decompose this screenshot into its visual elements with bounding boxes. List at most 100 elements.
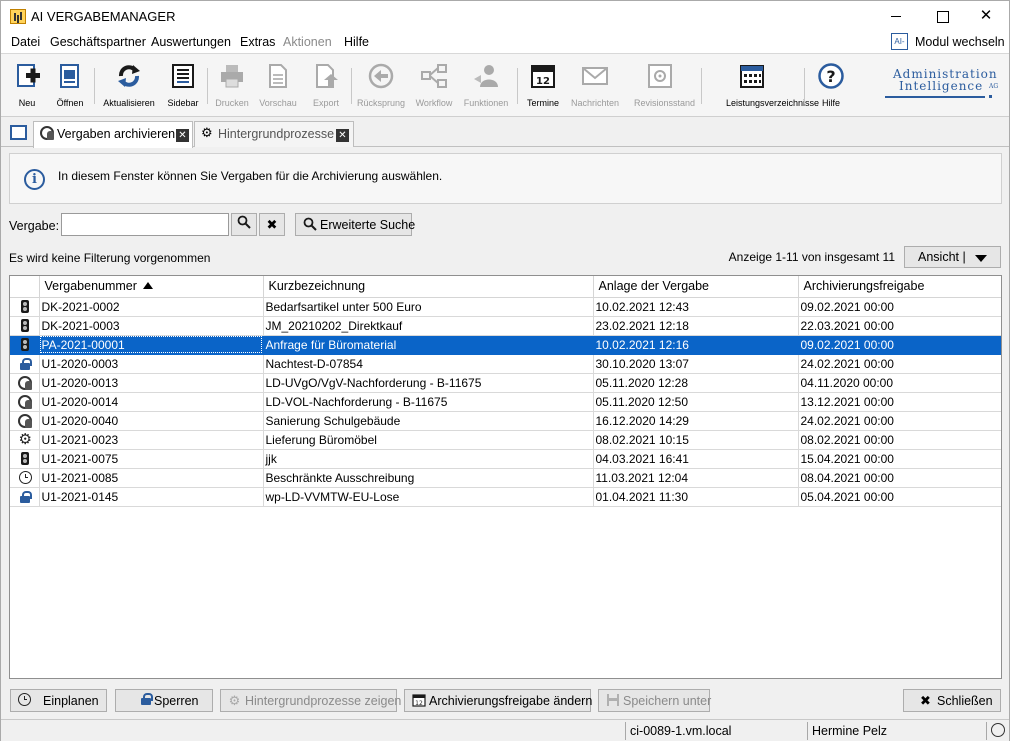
table-row[interactable]: DK-2021-0002 Bedarfsartikel unter 500 Eur… xyxy=(10,297,1001,317)
toolbar-workflow-button[interactable]: Workflow xyxy=(416,58,452,114)
title-bar: AI VERGABEMANAGER ✕ xyxy=(1,1,1009,31)
table-row[interactable]: U1-2021-0085 Beschränkte Ausschreibung 11.… xyxy=(10,468,1001,488)
toolbar-new-button[interactable]: Neu xyxy=(11,58,43,114)
toolbar-help-button[interactable]: ? Hilfe xyxy=(815,58,847,114)
sperren-button[interactable]: Sperren xyxy=(115,689,213,712)
tab-bar: Vergaben archivieren ✕ ⚙ Hintergrundproz… xyxy=(1,119,1009,148)
cell-vergabenummer: U1-2021-0075 xyxy=(39,449,264,469)
cell-anlage: 05.11.2020 12:50 xyxy=(593,392,799,412)
menu-bar: Datei Geschäftspartner Auswertungen Extr… xyxy=(1,31,1009,53)
toolbar-print-button[interactable]: Drucken xyxy=(215,58,249,114)
speichern-unter-button[interactable]: Speichern unter xyxy=(598,689,712,712)
table-header-row: Vergabenummer Kurzbezeichnung Anlage der… xyxy=(10,276,1001,298)
cell-kurzbezeichnung: Beschränkte Ausschreibung xyxy=(263,468,594,488)
toolbar-leistungsverzeichnisse-label: Leistungsverzeichnisse xyxy=(726,98,820,108)
toolbar-refresh-button[interactable]: Aktualisieren xyxy=(103,58,155,114)
minimize-button[interactable] xyxy=(873,1,919,31)
toolbar-functions-button[interactable]: Funktionen xyxy=(464,58,508,114)
functions-icon xyxy=(472,62,500,90)
toolbar-separator xyxy=(351,68,352,104)
table-row[interactable]: PA-2021-00001 Anfrage für Büromaterial 10.… xyxy=(10,335,1001,355)
table-row[interactable]: U1-2021-0145 wp-LD-VVMTW-EU-Lose 01.04.202… xyxy=(10,487,1001,507)
column-header-status[interactable] xyxy=(10,276,40,298)
toolbar: Neu Öffnen Aktualisieren Sidebar Drucken… xyxy=(1,53,1009,117)
menu-geschaeftspartner[interactable]: Geschäftspartner xyxy=(50,35,146,49)
clear-search-button[interactable]: ✖ xyxy=(259,213,285,236)
printer-icon xyxy=(218,62,246,90)
cell-kurzbezeichnung: Anfrage für Büromaterial xyxy=(263,335,594,355)
toolbar-nachrichten-button[interactable]: Nachrichten xyxy=(571,58,619,114)
calendar-icon: 12 xyxy=(411,693,426,708)
vergabe-search-input[interactable] xyxy=(61,213,229,236)
table-row[interactable]: U1-2020-0014 LD-VOL-Nachforderung - B-116… xyxy=(10,392,1001,412)
table-row[interactable]: ⚙ U1-2021-0023 Lieferung Büromöbel 08.02.20… xyxy=(10,430,1001,450)
archivierungsfreigabe-aendern-button[interactable]: 12 Archivierungsfreigabe ändern xyxy=(404,689,592,712)
toolbar-preview-button[interactable]: Vorschau xyxy=(259,58,297,114)
speichern-unter-label: Speichern unter xyxy=(623,694,712,708)
advanced-search-button[interactable]: Erweiterte Suche xyxy=(295,213,415,236)
table-row[interactable]: DK-2021-0003 JM_20210202_Direktkauf 23.02.… xyxy=(10,316,1001,336)
cell-vergabenummer: U1-2021-0085 xyxy=(39,468,264,488)
table-row[interactable]: U1-2021-0075 jjk 04.03.2021 16:41 15.04.202… xyxy=(10,449,1001,469)
table-row[interactable]: U1-2020-0013 LD-UVgO/VgV-Nachforderung - … xyxy=(10,373,1001,393)
ansicht-dropdown-button[interactable]: Ansicht | xyxy=(904,246,1001,268)
toolbar-revisionsstand-button[interactable]: Revisionsstand xyxy=(634,58,695,114)
cell-vergabenummer: U1-2020-0014 xyxy=(39,392,264,412)
row-status-cell xyxy=(10,316,40,336)
cell-anlage: 08.02.2021 10:15 xyxy=(593,430,799,450)
einplanen-button[interactable]: Einplanen xyxy=(10,689,107,712)
column-header-vergabenummer[interactable]: Vergabenummer xyxy=(39,276,264,298)
cell-vergabenummer: U1-2020-0013 xyxy=(39,373,264,393)
table-row[interactable]: U1-2020-0040 Sanierung Schulgebäude 16.12.… xyxy=(10,411,1001,431)
menu-datei[interactable]: Datei xyxy=(11,35,40,49)
tab-hintergrundprozesse[interactable]: ⚙ Hintergrundprozesse ✕ xyxy=(194,121,354,147)
menu-extras[interactable]: Extras xyxy=(240,35,275,49)
hintergrundprozesse-zeigen-button[interactable]: ⚙ Hintergrundprozesse zeigen xyxy=(220,689,401,712)
tab-vergaben-archivieren[interactable]: Vergaben archivieren ✕ xyxy=(33,121,193,148)
column-header-archivierungsfreigabe[interactable]: Archivierungsfreigabe xyxy=(798,276,1001,298)
schliessen-button[interactable]: ✖ Schließen xyxy=(903,689,1001,712)
toolbar-leistungsverzeichnisse-button[interactable]: Leistungsverzeichnisse xyxy=(726,58,819,114)
toolbar-workflow-label: Workflow xyxy=(415,98,453,108)
tab-label: Vergaben archivieren xyxy=(57,127,176,141)
archive-icon xyxy=(18,394,33,409)
einplanen-label: Einplanen xyxy=(43,694,99,708)
toolbar-termine-button[interactable]: 12 Termine xyxy=(527,58,559,114)
cell-kurzbezeichnung: JM_20210202_Direktkauf xyxy=(263,316,594,336)
toolbar-open-button[interactable]: Öffnen xyxy=(54,58,86,114)
column-header-anlage[interactable]: Anlage der Vergabe xyxy=(593,276,799,298)
pager-text: Anzeige 1-11 von insgesamt 11 xyxy=(728,250,895,264)
tab-close-icon[interactable]: ✕ xyxy=(176,129,189,142)
close-window-button[interactable]: ✕ xyxy=(963,1,1009,31)
lock-icon xyxy=(20,357,33,370)
cell-anlage: 01.04.2021 11:30 xyxy=(593,487,799,507)
search-button[interactable] xyxy=(231,213,257,236)
maximize-button[interactable] xyxy=(919,1,965,31)
row-status-cell xyxy=(10,297,40,317)
vergaben-table[interactable]: Vergabenummer Kurzbezeichnung Anlage der… xyxy=(9,275,1002,679)
menu-aktionen[interactable]: Aktionen xyxy=(283,35,332,49)
filter-status: Es wird keine Filterung vorgenommen xyxy=(9,251,211,265)
cell-archivierungsfreigabe: 09.02.2021 00:00 xyxy=(798,297,1001,317)
tab-home-icon[interactable] xyxy=(10,125,27,140)
toolbar-export-button[interactable]: Export xyxy=(310,58,342,114)
logo-suffix: AG xyxy=(989,83,999,90)
menu-auswertungen[interactable]: Auswertungen xyxy=(151,35,231,49)
menu-hilfe[interactable]: Hilfe xyxy=(344,35,369,49)
traffic-light-icon xyxy=(21,452,30,465)
calendar-icon: 12 xyxy=(529,62,557,90)
save-icon xyxy=(605,693,620,708)
grid-calendar-icon xyxy=(738,62,766,90)
column-header-kurzbezeichnung[interactable]: Kurzbezeichnung xyxy=(263,276,594,298)
toolbar-sidebar-button[interactable]: Sidebar xyxy=(167,58,199,114)
archive-icon xyxy=(18,413,33,428)
row-status-cell xyxy=(10,373,40,393)
table-row[interactable]: U1-2020-0003 Nachtest-D-07854 30.10.2020 1… xyxy=(10,354,1001,374)
status-separator xyxy=(625,722,626,740)
cell-anlage: 16.12.2020 14:29 xyxy=(593,411,799,431)
svg-text:12: 12 xyxy=(415,700,423,707)
status-host: ci-0089-1.vm.local xyxy=(630,724,732,738)
toolbar-back-button[interactable]: Rücksprung xyxy=(357,58,405,114)
app-icon xyxy=(10,9,26,24)
tab-close-icon[interactable]: ✕ xyxy=(336,129,349,142)
